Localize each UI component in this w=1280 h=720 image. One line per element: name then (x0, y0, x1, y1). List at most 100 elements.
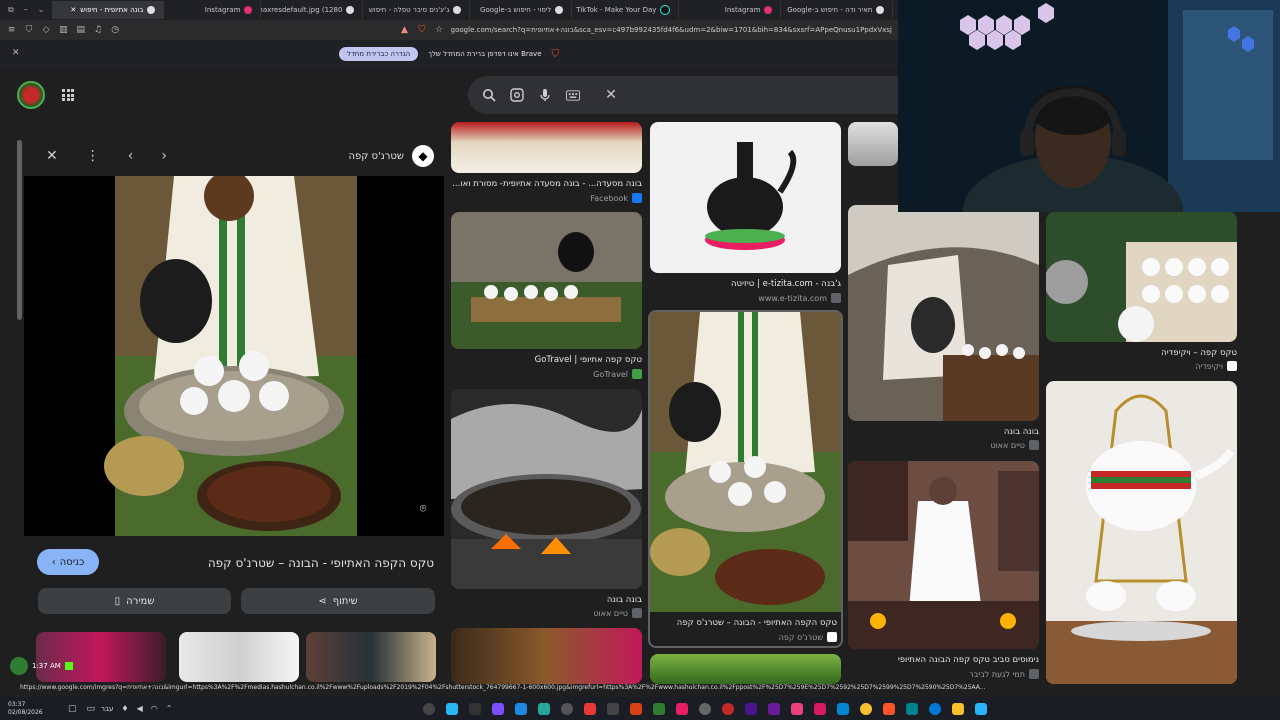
app-github-icon[interactable] (721, 702, 734, 715)
sidebar-icon[interactable]: ▥ (58, 24, 69, 36)
minimize-icon[interactable]: – (24, 5, 28, 15)
related-thumb[interactable] (306, 632, 436, 682)
apps-grid-icon[interactable] (62, 89, 74, 101)
tab-1[interactable]: Instagram (164, 1, 262, 19)
result-image[interactable] (848, 205, 1039, 421)
result-image[interactable] (848, 461, 1039, 649)
app-explorer-icon[interactable] (905, 702, 918, 715)
app-purple-icon[interactable] (767, 702, 780, 715)
battery-icon[interactable]: ▭ (87, 704, 96, 714)
result-source[interactable]: ויקיפדיה (1150, 361, 1237, 371)
shield-icon[interactable]: ⛉ (23, 24, 34, 36)
scrollbar[interactable] (17, 140, 22, 320)
clock-icon[interactable]: ◷ (110, 24, 121, 36)
preview-image[interactable]: ⌾ (24, 176, 444, 536)
result-caption[interactable]: בונה מסעדה... - בונה מסעדה אתיופית- מסור… (451, 179, 642, 189)
app-office-icon[interactable] (629, 702, 642, 715)
source-name[interactable]: שטרנ'ס קפה (348, 151, 404, 162)
overflow-chevron-icon[interactable]: ⌃ (166, 704, 173, 713)
app-chatgpt-icon[interactable] (698, 702, 711, 715)
share-button[interactable]: ⋖ שיתוף (241, 588, 435, 614)
close-icon[interactable]: ✕ (46, 148, 58, 164)
app-image-icon[interactable] (836, 702, 849, 715)
result-source[interactable]: תמי לגעת לביבר (940, 669, 1039, 679)
keyboard-icon[interactable] (566, 88, 580, 102)
result-caption[interactable]: בונה בונה (451, 595, 642, 605)
microphone-icon[interactable] (538, 88, 552, 102)
result-source[interactable]: GoTravel (560, 369, 642, 379)
start-icon[interactable] (974, 702, 987, 715)
app-menu-icon[interactable] (468, 702, 481, 715)
app-chrome-icon[interactable] (859, 702, 872, 715)
result-caption[interactable]: בונה בונה (848, 427, 1039, 437)
result-caption[interactable]: נימוסים סביב טקס קפה הבונה האתיופי (848, 655, 1039, 665)
related-thumb[interactable] (179, 632, 299, 682)
result-caption[interactable]: ג'בנה - e-tizita.com | טיזיטה (650, 279, 841, 289)
close-notice-icon[interactable]: ✕ (12, 48, 20, 58)
chevron-down-icon[interactable]: ⌄ (38, 5, 45, 15)
tab-7[interactable]: תאיר ודה - חיפוש ב-Google (781, 1, 894, 19)
result-source[interactable]: טיים אאוט (957, 440, 1039, 450)
tab-6[interactable]: Instagram (679, 1, 782, 19)
result-caption[interactable]: טקס קפה אתיופי | GoTravel (451, 355, 642, 365)
app-music-icon[interactable] (790, 702, 803, 715)
search-icon[interactable] (482, 88, 496, 102)
result-image[interactable] (1046, 212, 1237, 342)
music-icon[interactable]: ♫ (92, 24, 103, 36)
app-crypto-icon[interactable] (537, 702, 550, 715)
app-excel-icon[interactable] (652, 702, 665, 715)
app-fiber-icon[interactable] (675, 702, 688, 715)
visit-button[interactable]: ‹ כניסה (37, 549, 99, 575)
app-telegram-icon[interactable] (445, 702, 458, 715)
tab-5[interactable]: TikTok - Make Your Day (572, 1, 680, 19)
app-menu-icon[interactable]: ⧉ (8, 5, 14, 15)
tabs-icon[interactable]: ▤ (75, 24, 86, 36)
result-caption[interactable]: טקס קפה – ויקיפדיה (1046, 348, 1237, 358)
set-default-button[interactable]: הגדרה כברירת מחדל (338, 47, 419, 61)
app-pink-icon[interactable] (813, 702, 826, 715)
lens-icon[interactable] (510, 88, 524, 102)
language-indicator[interactable]: עבר (101, 705, 113, 713)
tab-0[interactable]: בונה אתיופית - חיפוש ✕ (52, 1, 165, 19)
result-image[interactable] (451, 389, 642, 589)
speaker-icon[interactable]: ◀ (137, 704, 143, 713)
tab-4[interactable]: ליסוי - חיפוש ב-Google (470, 1, 573, 19)
save-button[interactable]: ▯ שמירה (38, 588, 231, 614)
result-image[interactable] (848, 122, 898, 166)
tab-2[interactable]: maxresdefault.jpg (1280× (261, 1, 364, 19)
close-icon[interactable]: ✕ (70, 6, 76, 14)
chat-icon[interactable]: ▢ (68, 704, 77, 714)
clear-search-icon[interactable]: ✕ (604, 87, 618, 103)
lens-search-icon[interactable]: ⌾ (414, 500, 432, 518)
result-image[interactable] (451, 628, 642, 684)
app-discord-icon[interactable] (491, 702, 504, 715)
result-image[interactable] (650, 122, 841, 273)
result-image[interactable] (451, 122, 642, 173)
previous-icon[interactable]: ‹ (128, 148, 134, 164)
app-list-icon[interactable] (606, 702, 619, 715)
next-icon[interactable]: › (161, 148, 167, 164)
wifi-icon[interactable]: ◠ (151, 704, 158, 713)
brave-shield-icon[interactable]: ⛉ (416, 24, 427, 36)
result-image-selected[interactable]: טקס הקפה האתיופי - הבונה – שטרנ'ס קפה שט… (648, 310, 843, 648)
tab-3[interactable]: ג'יג'נים סיבר טפלה - חיפוש (363, 1, 471, 19)
wallet-icon[interactable]: ◇ (41, 24, 52, 36)
search-bar[interactable]: ✕ (468, 76, 898, 114)
app-red-icon[interactable] (583, 702, 596, 715)
more-options-icon[interactable]: ⋮ (86, 148, 100, 164)
app-brave-icon[interactable] (882, 702, 895, 715)
app-obs-icon[interactable] (422, 702, 435, 715)
clock[interactable]: 03:37 02/08/2026 (0, 701, 68, 717)
result-image[interactable] (650, 654, 841, 684)
menu-icon[interactable]: ≡ (6, 24, 17, 36)
app-edge-icon[interactable] (928, 702, 941, 715)
microphone-icon[interactable]: ♦ (121, 704, 128, 713)
result-source[interactable]: Facebook (551, 193, 642, 203)
result-image[interactable] (451, 212, 642, 349)
app-folder-icon[interactable] (951, 702, 964, 715)
result-source[interactable]: טיים אאוט (560, 608, 642, 618)
app-premiere-icon[interactable] (744, 702, 757, 715)
result-image[interactable] (1046, 381, 1237, 684)
avatar[interactable] (17, 81, 45, 109)
bookmark-icon[interactable]: ☆ (433, 24, 444, 36)
